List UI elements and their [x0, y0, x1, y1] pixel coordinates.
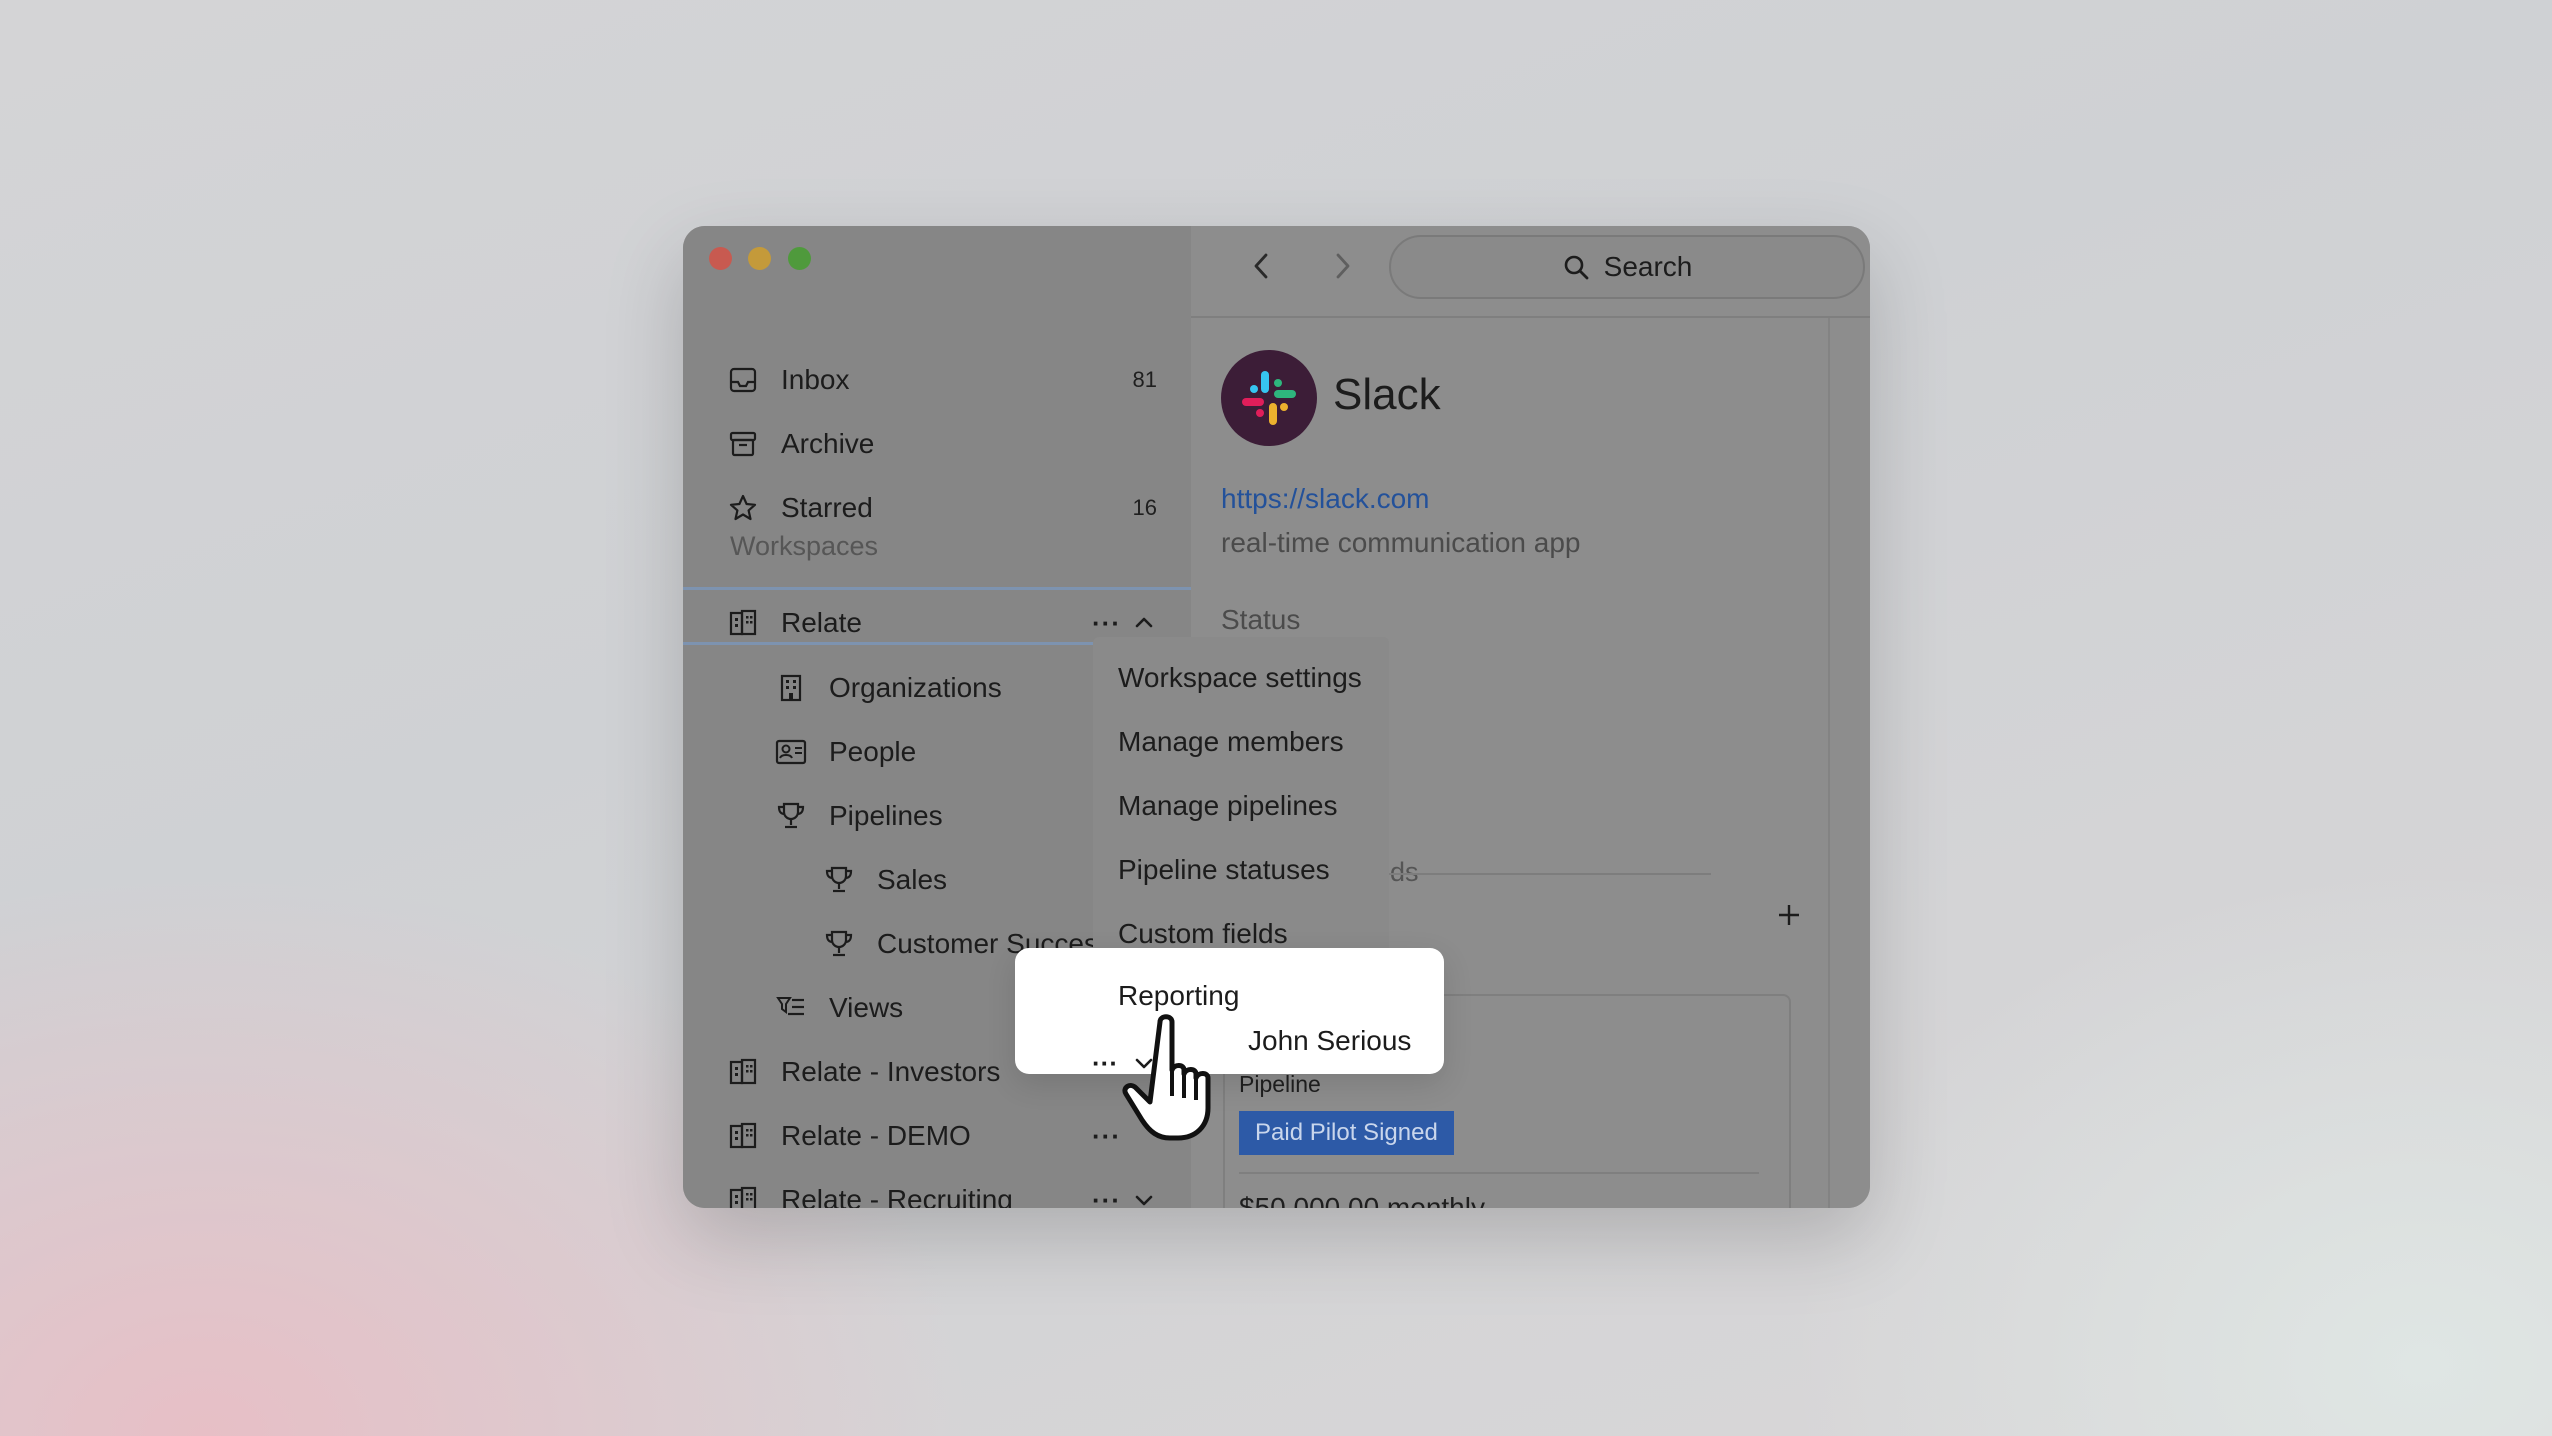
sidebar-item-archive[interactable]: Archive [683, 412, 1191, 476]
pipeline-status-badge[interactable]: Paid Pilot Signed [1239, 1111, 1454, 1155]
contact-card-icon [775, 736, 807, 768]
sidebar-item-label: Inbox [781, 364, 850, 395]
inbox-icon [727, 364, 759, 396]
close-window-button[interactable] [709, 247, 732, 270]
archive-icon [727, 428, 759, 460]
status-label: Status [1221, 604, 1301, 635]
record-description: real-time communication app [1221, 527, 1581, 558]
deal-amount: $50,000.00 monthly [1239, 1192, 1485, 1208]
trophy-icon [823, 928, 855, 960]
workspace-relate-demo[interactable]: Relate - DEMO ··· [683, 1104, 1191, 1168]
sidebar-item-label: Pipelines [829, 800, 943, 831]
sidebar-item-label: Organizations [829, 672, 1002, 703]
hand-cursor-icon [1118, 1012, 1238, 1150]
owner-name: John Serious [1248, 1025, 1412, 1056]
workspace-label: Relate - Investors [781, 1056, 1001, 1087]
workspace-label: Relate [781, 607, 862, 638]
workspace-label: Relate - Recruiting [781, 1184, 1013, 1208]
unread-count: 81 [1132, 367, 1157, 392]
sidebar-item-label: Archive [781, 428, 875, 459]
search-icon [1562, 253, 1590, 281]
add-field-button[interactable] [1776, 902, 1802, 928]
sidebar-item-label: Sales [877, 864, 948, 895]
sidebar-item-label: Views [829, 992, 904, 1023]
chevron-down-icon[interactable] [1133, 1189, 1155, 1208]
starred-count: 16 [1132, 495, 1157, 520]
card-divider [1239, 1172, 1759, 1174]
sidebar-item-label: People [829, 736, 917, 767]
section-divider [1368, 873, 1711, 875]
more-options-button[interactable]: ··· [1092, 1121, 1121, 1152]
chevron-up-icon[interactable] [1133, 612, 1155, 634]
trophy-icon [775, 800, 807, 832]
menu-item-custom-fields[interactable]: Custom fields [1118, 918, 1288, 950]
building-icon [775, 672, 807, 704]
pipeline-label: Pipeline [1239, 1071, 1321, 1097]
record-title: Slack [1333, 370, 1441, 419]
menu-item-reporting[interactable]: Reporting [1118, 980, 1239, 1012]
menu-item-manage-pipelines[interactable]: Manage pipelines [1118, 790, 1338, 822]
zoom-window-button[interactable] [788, 247, 811, 270]
scrollbar[interactable] [1828, 318, 1830, 1208]
workspace-label: Relate - DEMO [781, 1120, 971, 1151]
trophy-icon [823, 864, 855, 896]
menu-item-pipeline-statuses[interactable]: Pipeline statuses [1118, 854, 1330, 886]
building-icon [727, 607, 759, 639]
building-icon [727, 1184, 759, 1208]
building-icon [727, 1056, 759, 1088]
search-bar[interactable]: Search [1389, 235, 1865, 299]
more-options-button[interactable]: ··· [1092, 608, 1121, 639]
toolbar-divider [1191, 316, 1870, 318]
forward-button[interactable] [1331, 250, 1353, 282]
building-icon [727, 1120, 759, 1152]
selection-top-line [683, 587, 1191, 590]
filter-list-icon [775, 992, 807, 1024]
workspaces-section-label: Workspaces [730, 531, 879, 561]
menu-item-workspace-settings[interactable]: Workspace settings [1118, 662, 1362, 694]
workspace-relate-recruiting[interactable]: Relate - Recruiting ··· [683, 1168, 1191, 1208]
more-options-button[interactable]: ··· [1092, 1048, 1118, 1079]
back-button[interactable] [1251, 250, 1273, 282]
sidebar-item-inbox[interactable]: Inbox 81 [683, 348, 1191, 412]
slack-logo [1221, 350, 1317, 446]
star-icon [727, 492, 759, 524]
search-label: Search [1603, 251, 1693, 282]
minimize-window-button[interactable] [748, 247, 771, 270]
sidebar-item-label: Starred [781, 492, 873, 523]
menu-item-manage-members[interactable]: Manage members [1118, 726, 1344, 758]
website-link[interactable]: https://slack.com [1221, 483, 1430, 515]
more-options-button[interactable]: ··· [1092, 1185, 1121, 1209]
